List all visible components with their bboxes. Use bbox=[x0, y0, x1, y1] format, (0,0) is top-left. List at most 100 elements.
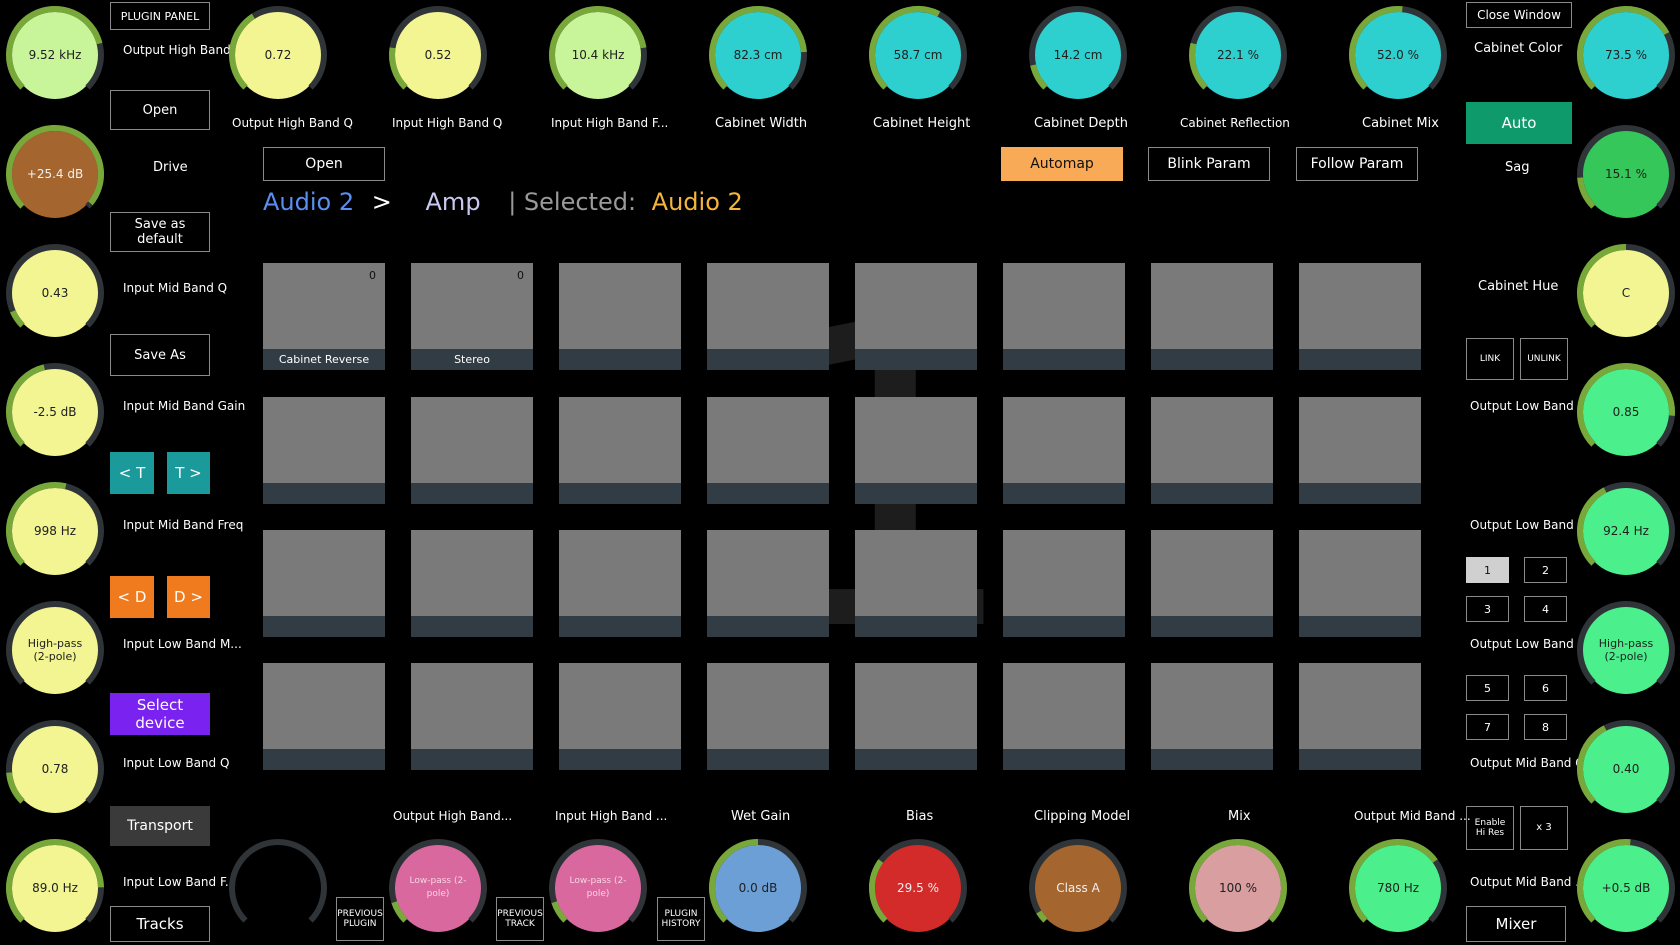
unlink-button[interactable]: UNLINK bbox=[1520, 338, 1568, 380]
bank-button-4[interactable]: 4 bbox=[1524, 596, 1567, 622]
knob-right-2[interactable]: 15.1 % bbox=[1574, 122, 1678, 226]
knob-left-4[interactable]: -2.5 dB bbox=[3, 360, 107, 464]
pad[interactable] bbox=[263, 397, 385, 504]
knob-bottom-7[interactable]: 780 Hz bbox=[1346, 836, 1450, 940]
pad[interactable] bbox=[411, 663, 533, 770]
link-button[interactable]: LINK bbox=[1466, 338, 1514, 380]
pad[interactable] bbox=[1003, 397, 1125, 504]
knob-right-5[interactable]: 92.4 Hz bbox=[1574, 479, 1678, 583]
knob-left-5[interactable]: 998 Hz bbox=[3, 479, 107, 583]
knob-left-2[interactable]: +25.4 dB bbox=[3, 122, 107, 226]
knob-left-3[interactable]: 0.43 bbox=[3, 241, 107, 345]
save-as-button[interactable]: Save As bbox=[110, 334, 210, 376]
pad[interactable] bbox=[707, 663, 829, 770]
preset-open-button[interactable]: Open bbox=[110, 90, 210, 130]
pad[interactable] bbox=[707, 397, 829, 504]
select-device-button[interactable]: Select device bbox=[110, 693, 210, 735]
knob-top-8[interactable]: 52.0 % bbox=[1346, 3, 1450, 107]
pad[interactable] bbox=[855, 530, 977, 637]
pad[interactable] bbox=[1003, 663, 1125, 770]
bank-button-2[interactable]: 2 bbox=[1524, 557, 1567, 583]
knob-right-6[interactable]: High-pass (2-pole) bbox=[1574, 598, 1678, 702]
bank-button-8[interactable]: 8 bbox=[1524, 714, 1567, 740]
pad[interactable] bbox=[263, 530, 385, 637]
pad[interactable]: 0 Stereo bbox=[411, 263, 533, 370]
knob-left-7[interactable]: 0.78 bbox=[3, 717, 107, 821]
knob-bottom-5[interactable]: Class A bbox=[1026, 836, 1130, 940]
pad[interactable] bbox=[559, 263, 681, 370]
pad[interactable] bbox=[1003, 263, 1125, 370]
bank-button-6[interactable]: 6 bbox=[1524, 675, 1567, 701]
knob-top-7[interactable]: 22.1 % bbox=[1186, 3, 1290, 107]
pad[interactable]: 0 Cabinet Reverse bbox=[263, 263, 385, 370]
knob-bottom-0[interactable] bbox=[226, 836, 330, 940]
knob-right-8[interactable]: +0.5 dB bbox=[1574, 836, 1678, 940]
plugin-history-button[interactable]: PLUGIN HISTORY bbox=[657, 897, 705, 941]
previous-track-button[interactable]: < T bbox=[110, 452, 154, 494]
knob-top-3[interactable]: 10.4 kHz bbox=[546, 3, 650, 107]
knob-top-6[interactable]: 14.2 cm bbox=[1026, 3, 1130, 107]
breadcrumb-track[interactable]: Audio 2 bbox=[263, 188, 354, 216]
enable-hi-res-button[interactable]: Enable Hi Res bbox=[1466, 806, 1514, 850]
knob-right-7[interactable]: 0.40 bbox=[1574, 717, 1678, 821]
pad[interactable] bbox=[855, 263, 977, 370]
pad[interactable] bbox=[1299, 397, 1421, 504]
transport-button[interactable]: Transport bbox=[110, 806, 210, 846]
previous-device-button[interactable]: < D bbox=[110, 576, 154, 618]
plugin-panel-button[interactable]: PLUGIN PANEL bbox=[110, 2, 210, 30]
knob-top-4[interactable]: 82.3 cm bbox=[706, 3, 810, 107]
knob-right-3[interactable]: C bbox=[1574, 241, 1678, 345]
mixer-button[interactable]: Mixer bbox=[1466, 906, 1566, 942]
next-device-button[interactable]: D > bbox=[167, 576, 210, 618]
knob-left-1[interactable]: 9.52 kHz bbox=[3, 3, 107, 107]
pad[interactable] bbox=[855, 397, 977, 504]
knob-right-4[interactable]: 0.85 bbox=[1574, 360, 1678, 464]
pad[interactable] bbox=[855, 663, 977, 770]
breadcrumb-device[interactable]: Amp bbox=[426, 188, 481, 216]
multiplier-button[interactable]: x 3 bbox=[1520, 806, 1568, 850]
pad[interactable] bbox=[559, 530, 681, 637]
pad[interactable] bbox=[559, 663, 681, 770]
knob-bottom-6[interactable]: 100 % bbox=[1186, 836, 1290, 940]
knob-bottom-1[interactable]: Low-pass (2-pole) bbox=[386, 836, 490, 940]
bank-button-5[interactable]: 5 bbox=[1466, 675, 1509, 701]
pad[interactable] bbox=[1151, 663, 1273, 770]
automap-button[interactable]: Automap bbox=[1001, 147, 1123, 181]
knob-label: Input High Band Q bbox=[392, 116, 503, 130]
pad[interactable] bbox=[1151, 397, 1273, 504]
knob-top-2[interactable]: 0.52 bbox=[386, 3, 490, 107]
bank-button-7[interactable]: 7 bbox=[1466, 714, 1509, 740]
knob-bottom-3[interactable]: 0.0 dB bbox=[706, 836, 810, 940]
pad[interactable] bbox=[411, 397, 533, 504]
follow-param-button[interactable]: Follow Param bbox=[1296, 147, 1418, 181]
knob-top-5[interactable]: 58.7 cm bbox=[866, 3, 970, 107]
save-as-default-button[interactable]: Save as default bbox=[110, 212, 210, 252]
pad[interactable] bbox=[559, 397, 681, 504]
pad[interactable] bbox=[707, 530, 829, 637]
pad[interactable] bbox=[1299, 663, 1421, 770]
pad[interactable] bbox=[1151, 530, 1273, 637]
pad[interactable] bbox=[1299, 530, 1421, 637]
close-window-button[interactable]: Close Window bbox=[1466, 2, 1572, 28]
knob-left-8[interactable]: 89.0 Hz bbox=[3, 836, 107, 940]
open-button[interactable]: Open bbox=[263, 147, 385, 181]
pad[interactable] bbox=[707, 263, 829, 370]
knob-bottom-4[interactable]: 29.5 % bbox=[866, 836, 970, 940]
pad[interactable] bbox=[411, 530, 533, 637]
tracks-button[interactable]: Tracks bbox=[110, 906, 210, 942]
pad[interactable] bbox=[263, 663, 385, 770]
previous-track-nav-button[interactable]: PREVIOUS TRACK bbox=[496, 897, 544, 941]
pad[interactable] bbox=[1151, 263, 1273, 370]
bank-button-1[interactable]: 1 bbox=[1466, 557, 1509, 583]
knob-top-1[interactable]: 0.72 bbox=[226, 3, 330, 107]
knob-bottom-2[interactable]: Low-pass (2-pole) bbox=[546, 836, 650, 940]
knob-right-1[interactable]: 73.5 % bbox=[1574, 3, 1678, 107]
auto-button[interactable]: Auto bbox=[1466, 102, 1572, 144]
bank-button-3[interactable]: 3 bbox=[1466, 596, 1509, 622]
pad[interactable] bbox=[1003, 530, 1125, 637]
knob-left-6[interactable]: High-pass (2-pole) bbox=[3, 598, 107, 702]
blink-param-button[interactable]: Blink Param bbox=[1148, 147, 1270, 181]
previous-plugin-button[interactable]: PREVIOUS PLUGIN bbox=[336, 897, 384, 941]
pad[interactable] bbox=[1299, 263, 1421, 370]
next-track-button[interactable]: T > bbox=[167, 452, 210, 494]
